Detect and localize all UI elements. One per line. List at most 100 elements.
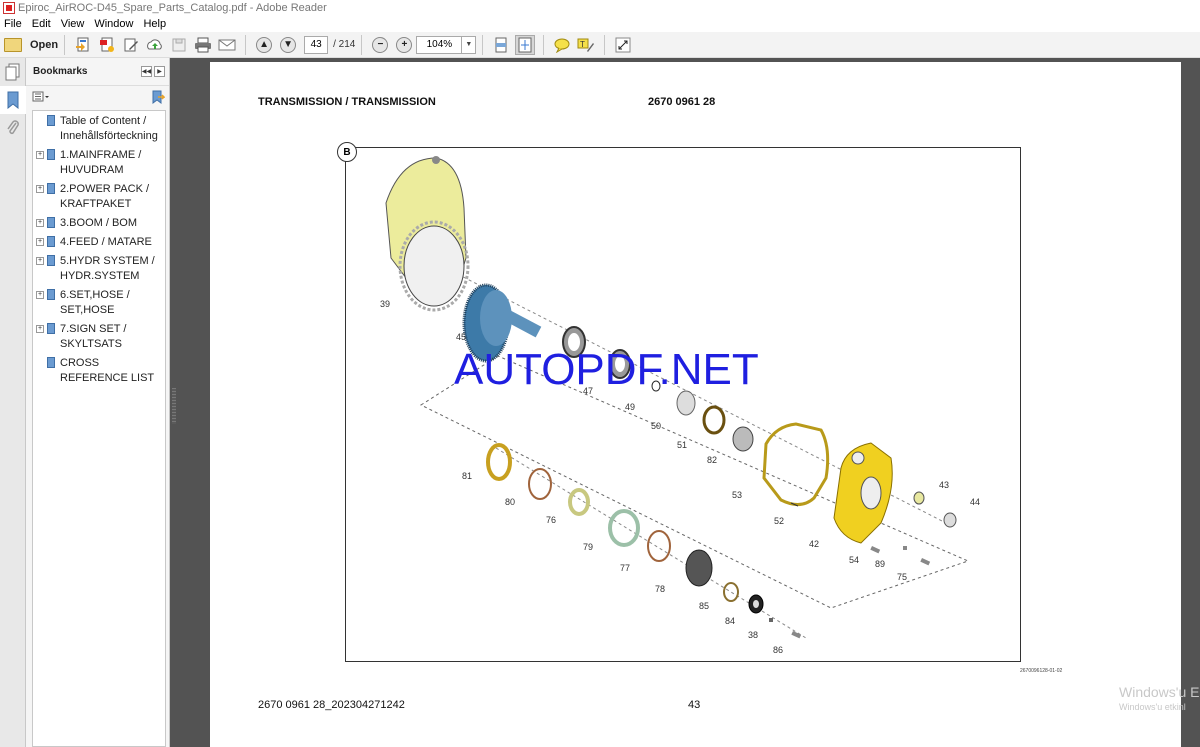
expand-icon[interactable]: + [36,151,44,159]
part-label[interactable]: 53 [732,490,742,500]
collapse-panel-button[interactable]: ◀◀ [141,66,152,77]
edit-pdf-button[interactable] [121,35,141,55]
expand-icon[interactable]: + [36,238,44,246]
bookmarks-tree: Table of Content / Innehållsförteckning … [32,110,166,747]
part-label[interactable]: 84 [725,616,735,626]
zoom-dropdown-button[interactable]: ▼ [462,35,477,54]
bookmark-icon [47,115,55,126]
toolbar-separator [543,34,545,55]
part-label[interactable]: 81 [462,471,472,481]
part-label[interactable]: 47 [583,386,593,396]
bookmark-item[interactable]: +4.FEED / MATARE [33,235,165,250]
bookmark-item[interactable]: +1.MAINFRAME / HUVUDRAM [33,148,165,178]
page-title: TRANSMISSION / TRANSMISSION [258,96,436,108]
comment-button[interactable] [552,35,572,55]
bookmark-item[interactable]: Table of Content / Innehållsförteckning [33,114,165,144]
upload-cloud-button[interactable] [145,35,165,55]
zoom-out-button[interactable]: − [370,35,390,55]
bookmark-icon [47,255,55,266]
part-label[interactable]: 49 [625,402,635,412]
bookmark-item[interactable]: +5.HYDR SYSTEM / HYDR.SYSTEM [33,254,165,284]
part-label[interactable]: 86 [773,645,783,655]
bookmark-icon [47,357,55,368]
bookmark-icon [47,183,55,194]
seal-ring-part [486,443,512,481]
toolbar-separator [64,34,66,55]
menu-view[interactable]: View [61,18,85,30]
zoom-in-button[interactable]: + [394,35,414,55]
part-label[interactable]: 76 [546,515,556,525]
zoom-level-input[interactable]: 104% [416,35,463,54]
part-label[interactable]: 89 [875,559,885,569]
menu-help[interactable]: Help [143,18,166,30]
options-menu-icon[interactable] [32,91,50,103]
toolbar: Open ▲ ▼ 43 / 214 − + 104% ▼ T [0,32,1200,58]
expand-panel-button[interactable]: ▶ [154,66,165,77]
bookmark-item[interactable]: +6.SET,HOSE / SET,HOSE [33,288,165,318]
part-label[interactable]: 85 [699,601,709,611]
page-thumbnails-button[interactable] [0,58,26,86]
bookmark-item[interactable]: +2.POWER PACK / KRAFTPAKET [33,182,165,212]
part-label[interactable]: 80 [505,497,515,507]
seal-part [702,405,726,435]
pdf-page: TRANSMISSION / TRANSMISSION 2670 0961 28… [210,62,1181,747]
plug-part [913,491,925,505]
bookmark-item[interactable]: +7.SIGN SET / SKYLTSATS [33,322,165,352]
expand-icon[interactable]: + [36,291,44,299]
part-label[interactable]: 42 [809,539,819,549]
part-label[interactable]: 82 [707,455,717,465]
prev-page-button[interactable]: ▲ [254,35,274,55]
menu-window[interactable]: Window [94,18,133,30]
panel-splitter[interactable] [170,58,178,747]
activation-line-2: Windows'u etkinl [1119,702,1186,712]
highlight-button[interactable]: T [576,35,596,55]
fullscreen-icon [615,37,631,52]
bookmark-item[interactable]: +3.BOOM / BOM [33,216,165,231]
part-label[interactable]: 51 [677,440,687,450]
o-ring-part [528,468,552,500]
part-label[interactable]: 44 [970,497,980,507]
print-button[interactable] [193,35,213,55]
part-label[interactable]: 75 [897,572,907,582]
part-label[interactable]: 79 [583,542,593,552]
expand-icon[interactable]: + [36,325,44,333]
part-label[interactable]: 39 [380,299,390,309]
open-button[interactable]: Open [4,37,58,52]
menu-bar: File Edit View Window Help [0,16,1200,32]
toolbar-separator [361,34,363,55]
document-scroll-area[interactable] [1181,58,1200,747]
attachments-button[interactable] [0,114,26,142]
export-pdf-button[interactable] [97,35,117,55]
prev-page-icon: ▲ [256,36,273,53]
fullscreen-button[interactable] [613,35,633,55]
splitter-grip[interactable] [172,388,176,424]
save-button[interactable] [169,35,189,55]
part-label[interactable]: 45 [456,332,466,342]
fit-width-button[interactable] [515,34,536,55]
page-number-input[interactable]: 43 [304,35,329,54]
expand-icon[interactable]: + [36,257,44,265]
bookmark-icon [47,217,55,228]
fit-page-button[interactable] [491,35,511,55]
gasket-part [762,422,830,506]
part-label[interactable]: 43 [939,480,949,490]
part-label[interactable]: 54 [849,555,859,565]
menu-edit[interactable]: Edit [32,18,51,30]
part-label[interactable]: 78 [655,584,665,594]
bookmarks-button[interactable] [0,86,26,114]
bookmark-item[interactable]: CROSS REFERENCE LIST [33,356,165,386]
part-label[interactable]: 77 [620,563,630,573]
o-ring-part [647,530,671,562]
part-label[interactable]: 52 [774,516,784,526]
delete-bookmark-icon[interactable] [151,90,165,104]
page-total: / 214 [333,39,356,50]
part-label[interactable]: 38 [748,630,758,640]
menu-file[interactable]: File [4,18,22,30]
create-pdf-button[interactable] [73,35,93,55]
email-button[interactable] [217,35,237,55]
expand-icon[interactable]: + [36,219,44,227]
part-label[interactable]: 50 [651,421,661,431]
fit-page-icon [495,37,507,52]
expand-icon[interactable]: + [36,185,44,193]
next-page-button[interactable]: ▼ [278,35,298,55]
